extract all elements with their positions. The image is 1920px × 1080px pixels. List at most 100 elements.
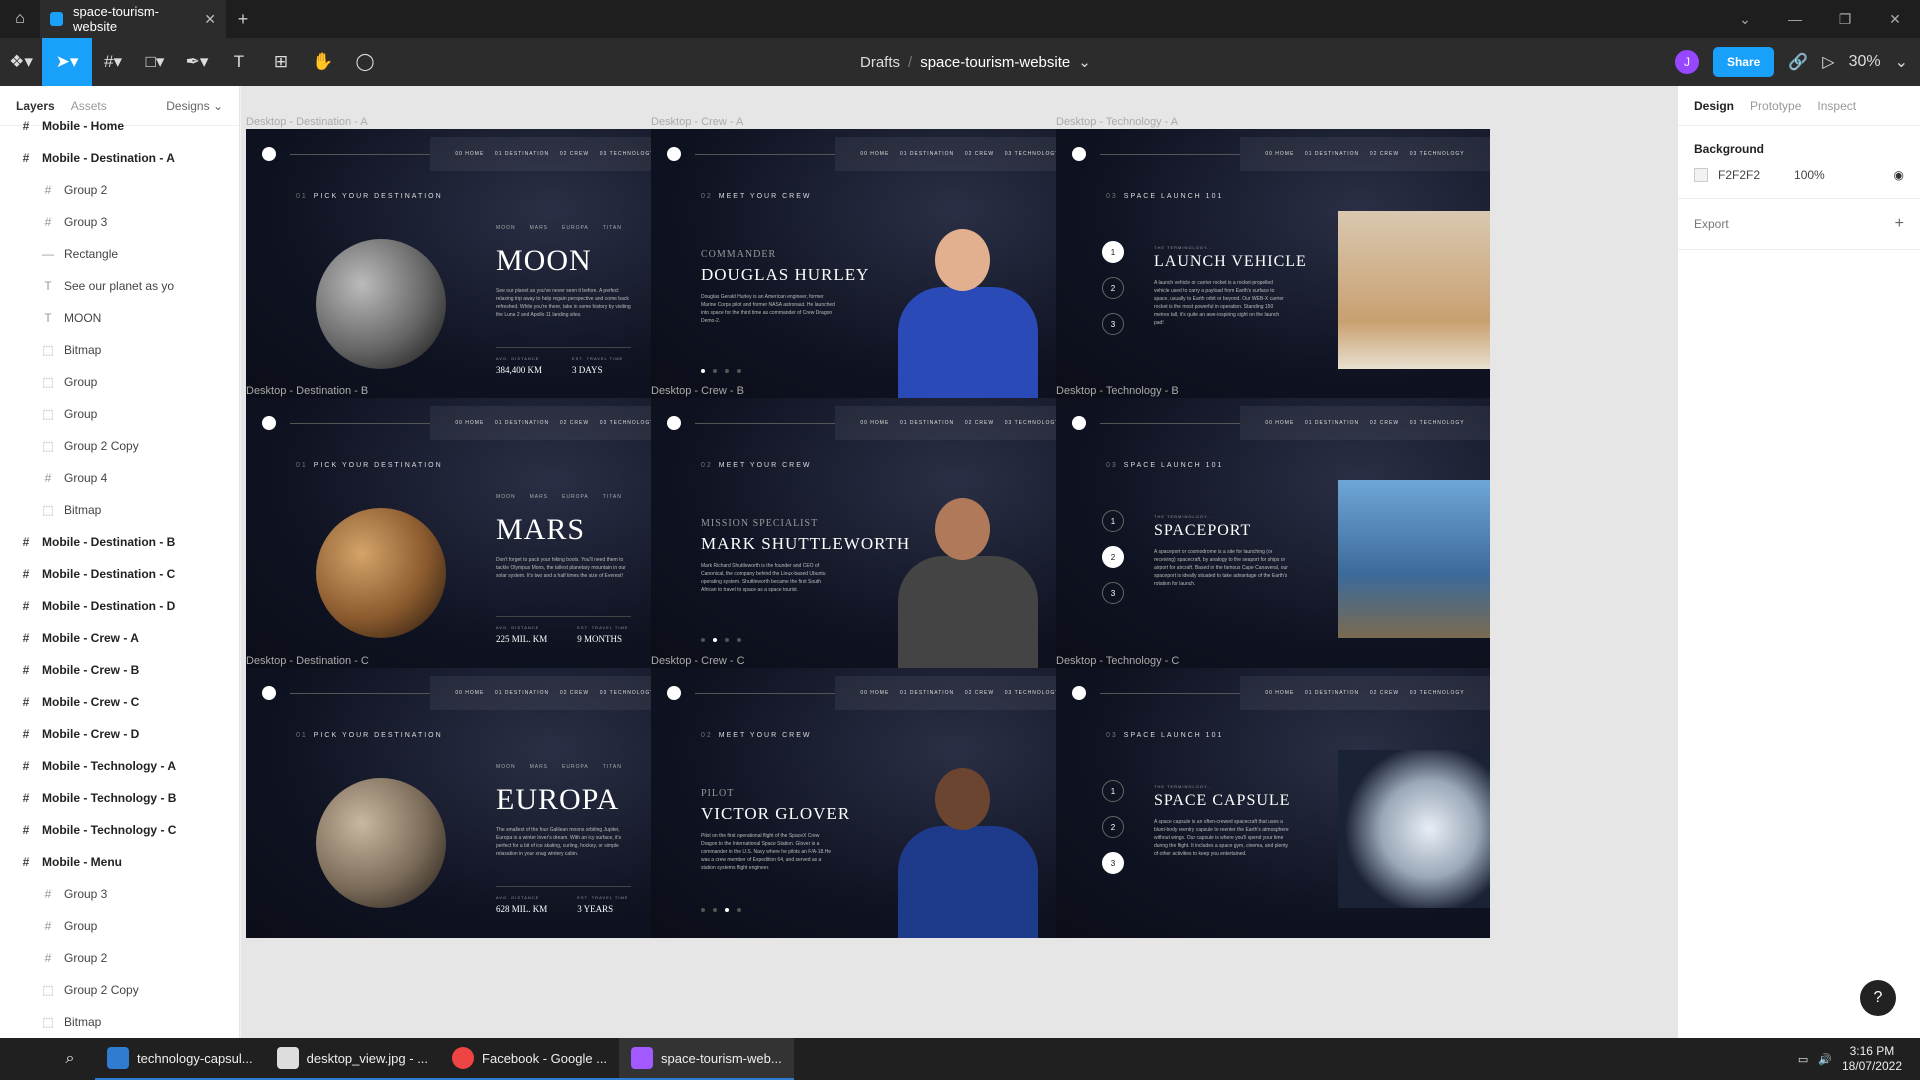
background-swatch[interactable] xyxy=(1694,168,1708,182)
layer-item[interactable]: # Mobile - Technology - C xyxy=(0,814,239,846)
resources-icon[interactable]: ⊞ xyxy=(260,38,302,86)
technology-frame[interactable]: 00 HOME 01 DESTINATION 02 CREW 03 TECHNOLOG… xyxy=(1056,668,1490,938)
destination-tab[interactable]: MOON xyxy=(496,764,516,770)
destination-tab[interactable]: EUROPA xyxy=(562,494,589,500)
nav-item[interactable]: 03 TECHNOLOGY xyxy=(600,690,655,696)
layer-item[interactable]: # Group 4 xyxy=(0,462,239,494)
volume-icon[interactable]: 🔊 xyxy=(1818,1053,1832,1066)
nav-item[interactable]: 02 CREW xyxy=(560,420,589,426)
frame-label[interactable]: Desktop - Destination - C xyxy=(246,655,369,667)
nav-item[interactable]: 00 HOME xyxy=(455,690,484,696)
clock[interactable]: 3:16 PM 18/07/2022 xyxy=(1842,1044,1902,1074)
crew-frame[interactable]: 00 HOME 01 DESTINATION 02 CREW 03 TECHNOLOG… xyxy=(651,668,1085,938)
nav-item[interactable]: 01 DESTINATION xyxy=(495,690,549,696)
step-button[interactable]: 3 xyxy=(1102,852,1124,874)
layer-item[interactable]: # Mobile - Destination - B xyxy=(0,526,239,558)
destination-frame[interactable]: 00 HOME 01 DESTINATION 02 CREW 03 TECHNOLOG… xyxy=(246,668,680,938)
text-tool-icon[interactable]: T xyxy=(218,38,260,86)
layer-item[interactable]: # Mobile - Crew - C xyxy=(0,686,239,718)
nav-item[interactable]: 00 HOME xyxy=(860,690,889,696)
step-button[interactable]: 1 xyxy=(1102,510,1124,532)
layer-item[interactable]: — Rectangle xyxy=(0,238,239,270)
move-tool-icon[interactable]: ➤▾ xyxy=(42,38,92,86)
nav-item[interactable]: 02 CREW xyxy=(965,420,994,426)
logo-icon[interactable] xyxy=(262,686,276,700)
destination-tab[interactable]: TITAN xyxy=(603,494,622,500)
layer-item[interactable]: ⬚ Group 2 Copy xyxy=(0,974,239,1006)
pagination-dot[interactable] xyxy=(713,638,717,642)
nav-item[interactable]: 03 TECHNOLOGY xyxy=(600,420,655,426)
step-button[interactable]: 3 xyxy=(1102,313,1124,335)
nav-item[interactable]: 01 DESTINATION xyxy=(900,151,954,157)
frame-label[interactable]: Desktop - Crew - B xyxy=(651,385,744,397)
nav-item[interactable]: 01 DESTINATION xyxy=(1305,690,1359,696)
frame-label[interactable]: Desktop - Technology - B xyxy=(1056,385,1179,397)
pagination-dot[interactable] xyxy=(701,908,705,912)
frame-label[interactable]: Desktop - Technology - A xyxy=(1056,116,1178,128)
nav-item[interactable]: 00 HOME xyxy=(1265,420,1294,426)
layer-item[interactable]: # Group 2 xyxy=(0,942,239,974)
nav-item[interactable]: 01 DESTINATION xyxy=(495,151,549,157)
taskbar-item-photos[interactable]: desktop_view.jpg - ... xyxy=(264,1038,441,1080)
layer-item[interactable]: # Mobile - Destination - D xyxy=(0,590,239,622)
nav-item[interactable]: 02 CREW xyxy=(1370,420,1399,426)
logo-icon[interactable] xyxy=(1072,147,1086,161)
taskbar-item-chrome[interactable]: Facebook - Google ... xyxy=(440,1038,620,1080)
pagination-dot[interactable] xyxy=(701,369,705,373)
taskbar-item-figma[interactable]: space-tourism-web... xyxy=(619,1038,794,1080)
step-button[interactable]: 1 xyxy=(1102,780,1124,802)
destination-tab[interactable]: MOON xyxy=(496,494,516,500)
nav-item[interactable]: 03 TECHNOLOGY xyxy=(1005,690,1060,696)
layer-item[interactable]: # Mobile - Technology - B xyxy=(0,782,239,814)
nav-item[interactable]: 02 CREW xyxy=(560,690,589,696)
tab-design[interactable]: Design xyxy=(1694,99,1734,113)
logo-icon[interactable] xyxy=(667,686,681,700)
destination-tab[interactable]: TITAN xyxy=(603,225,622,231)
nav-item[interactable]: 03 TECHNOLOGY xyxy=(1410,690,1465,696)
step-button[interactable]: 3 xyxy=(1102,582,1124,604)
present-icon[interactable]: ▷ xyxy=(1822,52,1834,72)
layer-item[interactable]: # Mobile - Crew - D xyxy=(0,718,239,750)
tab-inspect[interactable]: Inspect xyxy=(1817,99,1856,113)
nav-item[interactable]: 00 HOME xyxy=(860,151,889,157)
nav-item[interactable]: 01 DESTINATION xyxy=(900,690,954,696)
logo-icon[interactable] xyxy=(667,147,681,161)
step-button[interactable]: 2 xyxy=(1102,277,1124,299)
chevron-down-icon[interactable]: ⌄ xyxy=(1720,11,1770,28)
pagination-dot[interactable] xyxy=(713,369,717,373)
canvas[interactable]: Desktop - Destination - A 00 HOME 01 DESTI… xyxy=(241,86,1677,1038)
nav-item[interactable]: 01 DESTINATION xyxy=(900,420,954,426)
pen-tool-icon[interactable]: ✒▾ xyxy=(176,38,218,86)
destination-tab[interactable]: TITAN xyxy=(603,764,622,770)
home-icon[interactable]: ⌂ xyxy=(0,0,40,38)
logo-icon[interactable] xyxy=(1072,686,1086,700)
nav-item[interactable]: 03 TECHNOLOGY xyxy=(1005,151,1060,157)
tab-file[interactable]: space-tourism-website ✕ xyxy=(40,0,226,38)
share-button[interactable]: Share xyxy=(1712,47,1775,77)
link-icon[interactable]: 🔗 xyxy=(1788,52,1808,72)
nav-item[interactable]: 02 CREW xyxy=(965,151,994,157)
layer-item[interactable]: T MOON xyxy=(0,302,239,334)
technology-frame[interactable]: 00 HOME 01 DESTINATION 02 CREW 03 TECHNOLOG… xyxy=(1056,398,1490,668)
close-tab-icon[interactable]: ✕ xyxy=(204,11,216,28)
destination-tab[interactable]: MARS xyxy=(530,225,548,231)
tab-prototype[interactable]: Prototype xyxy=(1750,99,1801,113)
nav-item[interactable]: 03 TECHNOLOGY xyxy=(1410,420,1465,426)
zoom-level[interactable]: 30% xyxy=(1849,53,1881,71)
nav-item[interactable]: 03 TECHNOLOGY xyxy=(600,151,655,157)
file-name[interactable]: space-tourism-website xyxy=(920,54,1070,71)
frame-label[interactable]: Desktop - Destination - B xyxy=(246,385,368,397)
layer-item[interactable]: ⬚ Bitmap xyxy=(0,334,239,366)
destination-tab[interactable]: MARS xyxy=(530,764,548,770)
nav-item[interactable]: 00 HOME xyxy=(1265,690,1294,696)
crew-frame[interactable]: 00 HOME 01 DESTINATION 02 CREW 03 TECHNOLOG… xyxy=(651,129,1085,399)
destination-tab[interactable]: EUROPA xyxy=(562,225,589,231)
chevron-down-icon[interactable]: ⌄ xyxy=(1895,52,1908,72)
frame-label[interactable]: Desktop - Crew - A xyxy=(651,116,743,128)
taskbar-item-vscode[interactable]: technology-capsul... xyxy=(95,1038,265,1080)
layer-item[interactable]: ⬚ Bitmap xyxy=(0,494,239,526)
shape-tool-icon[interactable]: □▾ xyxy=(134,38,176,86)
pagination-dot[interactable] xyxy=(725,908,729,912)
layer-item[interactable]: # Mobile - Home xyxy=(0,110,239,142)
frame-label[interactable]: Desktop - Destination - A xyxy=(246,116,368,128)
